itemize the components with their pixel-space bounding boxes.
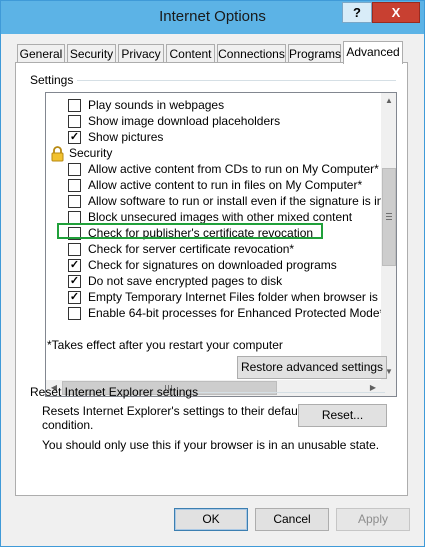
checkbox[interactable] — [68, 99, 81, 112]
tab-content[interactable]: Content — [166, 44, 215, 63]
reset-button[interactable]: Reset... — [298, 404, 387, 427]
setting-label: Show image download placeholders — [88, 114, 281, 128]
internet-options-window: Internet Options ? X General Security Pr… — [0, 0, 425, 547]
reset-group-label: Reset Internet Explorer settings — [30, 385, 199, 399]
checkbox[interactable] — [68, 163, 81, 176]
tab-security[interactable]: Security — [67, 44, 116, 63]
setting-label: Allow active content from CDs to run on … — [88, 162, 379, 176]
scroll-up-icon[interactable]: ▲ — [381, 93, 396, 109]
tab-general[interactable]: General — [17, 44, 65, 63]
highlight-box — [57, 223, 323, 239]
checkbox[interactable] — [68, 195, 81, 208]
setting-label: Check for signatures on downloaded progr… — [88, 258, 337, 272]
vertical-scrollbar[interactable]: ▲ ▼ — [381, 93, 396, 380]
setting-label: Allow active content to run in files on … — [88, 178, 363, 192]
checkbox-checked[interactable]: ✓ — [68, 275, 81, 288]
scroll-right-icon[interactable]: ▶ — [365, 380, 381, 396]
setting-label: Allow software to run or install even if… — [88, 194, 381, 208]
checkbox[interactable] — [68, 307, 81, 320]
grip-line — [386, 216, 392, 217]
checkbox[interactable] — [68, 115, 81, 128]
reset-description-cont: condition. — [42, 418, 94, 432]
ok-button[interactable]: OK — [174, 508, 248, 531]
tab-privacy[interactable]: Privacy — [118, 44, 164, 63]
reset-warning: You should only use this if your browser… — [42, 438, 380, 452]
grip-line — [386, 213, 392, 214]
scroll-corner — [381, 380, 396, 396]
setting-label: Check for server certificate revocation* — [88, 242, 295, 256]
setting-label: Play sounds in webpages — [88, 98, 225, 112]
checkbox-checked[interactable]: ✓ — [68, 131, 81, 144]
checkbox-checked[interactable]: ✓ — [68, 259, 81, 272]
setting-label: Enable 64-bit processes for Enhanced Pro… — [88, 306, 381, 320]
setting-label: Empty Temporary Internet Files folder wh… — [88, 290, 381, 304]
help-button[interactable]: ? — [342, 2, 372, 23]
reset-description: Resets Internet Explorer's settings to t… — [42, 404, 304, 418]
title-bar[interactable]: Internet Options ? X — [1, 1, 424, 34]
settings-group-line — [30, 80, 396, 81]
restore-advanced-settings-button[interactable]: Restore advanced settings — [237, 356, 387, 379]
checkbox[interactable] — [68, 179, 81, 192]
settings-group-label: Settings — [30, 73, 78, 87]
setting-label: Do not save encrypted pages to disk — [88, 274, 283, 288]
grip-line — [386, 219, 392, 220]
reset-group-line — [191, 392, 385, 393]
close-button[interactable]: X — [372, 2, 420, 23]
tab-connections[interactable]: Connections — [217, 44, 286, 63]
lock-icon — [50, 146, 65, 162]
checkbox[interactable] — [68, 243, 81, 256]
tab-programs[interactable]: Programs — [288, 44, 341, 63]
tab-advanced[interactable]: Advanced — [343, 41, 403, 64]
apply-button[interactable]: Apply — [336, 508, 410, 531]
checkbox-checked[interactable]: ✓ — [68, 291, 81, 304]
vertical-scroll-thumb[interactable] — [382, 168, 396, 266]
setting-label: Show pictures — [88, 130, 164, 144]
category-label: Security — [69, 146, 113, 160]
restart-footnote: *Takes effect after you restart your com… — [47, 338, 283, 352]
cancel-button[interactable]: Cancel — [255, 508, 329, 531]
